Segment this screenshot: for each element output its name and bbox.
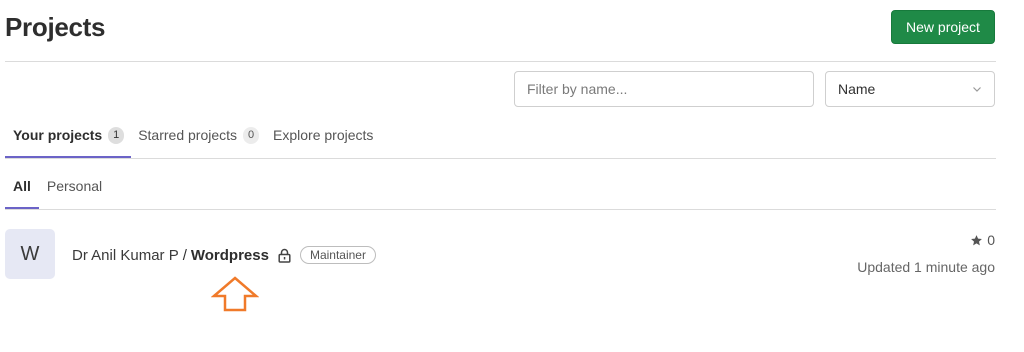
project-avatar[interactable]: W — [5, 229, 55, 279]
new-project-button[interactable]: New project — [891, 10, 995, 44]
sort-select[interactable]: Name — [825, 71, 995, 107]
up-arrow-annotation — [211, 276, 259, 312]
tab-your-projects[interactable]: Your projects 1 — [5, 112, 132, 158]
tab-label: Starred projects — [138, 127, 238, 143]
lock-icon — [278, 248, 291, 263]
updated-timestamp: Updated 1 minute ago — [857, 259, 995, 275]
star-icon — [971, 234, 983, 245]
header-divider — [5, 61, 996, 62]
project-tabs: Your projects 1 Starred projects 0 Explo… — [5, 112, 380, 158]
tab-explore-projects[interactable]: Explore projects — [266, 112, 380, 158]
subtabs-divider — [5, 209, 996, 210]
tab-label: Your projects — [13, 127, 103, 143]
star-count[interactable]: 0 — [970, 232, 995, 248]
role-badge: Maintainer — [299, 246, 376, 264]
star-count-value: 0 — [987, 232, 995, 248]
sort-selected-value: Name — [838, 81, 876, 97]
chevron-down-icon — [973, 87, 981, 92]
tabs-divider — [5, 158, 996, 159]
tab-count-badge: 1 — [108, 126, 125, 144]
filter-input[interactable] — [514, 71, 814, 107]
tab-label: Explore projects — [273, 127, 374, 143]
tab-starred-projects[interactable]: Starred projects 0 — [131, 112, 266, 158]
project-name: Wordpress — [190, 246, 269, 264]
page-title: Projects — [5, 12, 106, 42]
subtab-all[interactable]: All — [5, 163, 39, 209]
tab-count-badge: 0 — [243, 126, 260, 144]
project-namespace: Dr Anil Kumar P — [72, 246, 179, 264]
filter-subtabs: All Personal — [5, 163, 110, 209]
project-link[interactable]: Dr Anil Kumar P / Wordpress Maintainer — [72, 246, 376, 264]
subtab-personal[interactable]: Personal — [39, 163, 110, 209]
project-row: W Dr Anil Kumar P / Wordpress Maintainer… — [5, 229, 995, 281]
path-separator: / — [182, 246, 187, 264]
